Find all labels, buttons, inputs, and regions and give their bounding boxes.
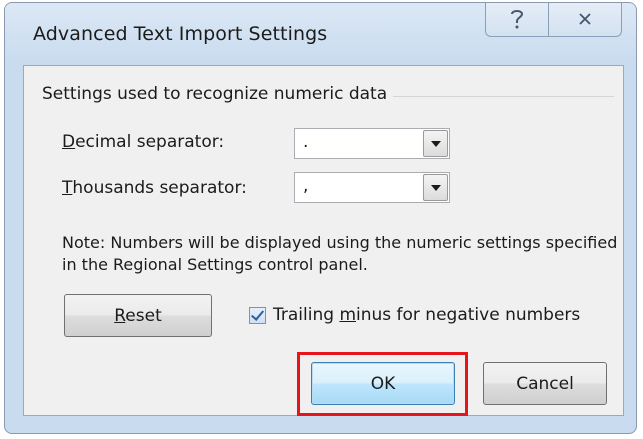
- regional-settings-note: Note: Numbers will be displayed using th…: [62, 233, 618, 274]
- dialog-body: Settings used to recognize numeric data …: [23, 65, 624, 416]
- reset-accelerator: R: [114, 305, 126, 326]
- close-icon: [579, 12, 591, 25]
- decimal-separator-label: Decimal separator:: [62, 132, 224, 152]
- cancel-button[interactable]: Cancel: [483, 362, 607, 405]
- thousands-dropdown-arrow-icon[interactable]: [423, 174, 448, 201]
- help-button[interactable]: [485, 3, 549, 37]
- trailing-label-after: inus for negative numbers: [356, 305, 581, 325]
- thousands-separator-combobox[interactable]: ,: [294, 172, 450, 203]
- group-label: Settings used to recognize numeric data: [42, 84, 394, 104]
- thousands-accelerator: T: [62, 178, 73, 198]
- ok-label: OK: [370, 373, 396, 394]
- thousands-separator-label: Thousands separator:: [62, 178, 247, 198]
- dialog-window: Advanced Text Import Settings Settings u…: [0, 0, 643, 439]
- dialog-title: Advanced Text Import Settings: [33, 23, 328, 45]
- question-mark-icon: [511, 9, 524, 28]
- trailing-label-before: Trailing: [273, 305, 340, 325]
- decimal-accelerator: D: [62, 132, 76, 152]
- trailing-minus-label: Trailing minus for negative numbers: [273, 305, 580, 325]
- decimal-dropdown-arrow-icon[interactable]: [423, 130, 448, 157]
- reset-label-rest: eset: [125, 305, 162, 326]
- decimal-separator-value: .: [303, 132, 309, 152]
- thousands-label-rest: housands separator:: [72, 178, 247, 198]
- title-bar[interactable]: Advanced Text Import Settings: [5, 3, 636, 65]
- decimal-label-rest: ecimal separator:: [75, 132, 225, 152]
- trailing-minus-option[interactable]: Trailing minus for negative numbers: [249, 305, 580, 325]
- trailing-accelerator: m: [339, 305, 356, 325]
- decimal-separator-combobox[interactable]: .: [294, 128, 450, 159]
- thousands-separator-value: ,: [303, 176, 309, 196]
- reset-label: Reset: [114, 306, 162, 326]
- trailing-minus-checkbox[interactable]: [249, 306, 266, 324]
- reset-button[interactable]: Reset: [64, 294, 212, 337]
- ok-button[interactable]: OK: [311, 362, 455, 405]
- cancel-label: Cancel: [516, 373, 574, 394]
- dialog-frame: Advanced Text Import Settings Settings u…: [4, 2, 637, 434]
- close-button[interactable]: [548, 3, 622, 37]
